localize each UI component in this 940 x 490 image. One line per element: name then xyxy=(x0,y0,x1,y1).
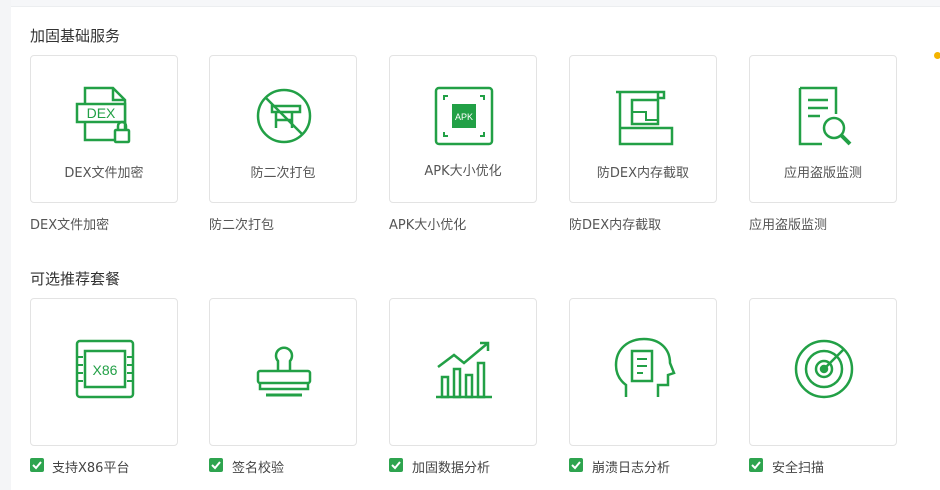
security-scan-checkbox[interactable] xyxy=(749,458,763,472)
signature-checkbox[interactable] xyxy=(209,458,223,472)
apk-chip-icon: APK xyxy=(434,86,494,146)
crash-log-label: 崩溃日志分析 xyxy=(592,461,671,476)
no-repackage-icon xyxy=(256,88,312,144)
card-label: DEX文件加密 xyxy=(64,166,144,181)
card-label: 应用盗版监测 xyxy=(783,166,862,181)
svg-text:DEX: DEX xyxy=(87,105,116,121)
card-dex-encrypt[interactable]: DEX DEX文件加密 xyxy=(30,55,178,203)
dex-file-lock-icon: DEX xyxy=(75,86,131,144)
top-divider xyxy=(11,0,940,7)
caption-anti-repackage: 防二次打包 xyxy=(209,218,275,233)
svg-text:X86: X86 xyxy=(93,362,118,378)
caption-dex-memory: 防DEX内存截取 xyxy=(569,218,662,233)
card-dex-memory[interactable]: 防DEX内存截取 xyxy=(569,55,717,203)
card-label: 防二次打包 xyxy=(250,166,316,181)
card-apk-optimize[interactable]: APK APK大小优化 xyxy=(389,55,537,203)
x86-checkbox[interactable] xyxy=(30,458,44,472)
signature-label: 签名校验 xyxy=(232,461,285,476)
card-crash-log[interactable] xyxy=(569,298,717,446)
card-label: 防DEX内存截取 xyxy=(596,166,690,181)
caption-apk-optimize: APK大小优化 xyxy=(389,218,467,233)
section-title-optional: 可选推荐套餐 xyxy=(30,270,121,288)
svg-text:APK: APK xyxy=(455,112,473,122)
section-title-basic: 加固基础服务 xyxy=(30,27,121,45)
memory-clamp-icon xyxy=(616,90,674,146)
data-analysis-checkbox[interactable] xyxy=(389,458,403,472)
card-anti-repackage[interactable]: 防二次打包 xyxy=(209,55,357,203)
document-search-icon xyxy=(798,86,852,146)
stamp-icon xyxy=(256,346,312,397)
card-label: APK大小优化 xyxy=(424,164,502,179)
radar-scan-icon xyxy=(794,339,854,399)
security-scan-label: 安全扫描 xyxy=(772,461,825,476)
card-x86-support[interactable]: X86 xyxy=(30,298,178,446)
card-signature-check[interactable] xyxy=(209,298,357,446)
card-data-analysis[interactable] xyxy=(389,298,537,446)
caption-dex-encrypt: DEX文件加密 xyxy=(30,218,110,233)
left-gutter xyxy=(0,0,11,490)
card-piracy-monitor[interactable]: 应用盗版监测 xyxy=(749,55,897,203)
data-analysis-label: 加固数据分析 xyxy=(412,461,491,476)
card-security-scan[interactable] xyxy=(749,298,897,446)
x86-label: 支持X86平台 xyxy=(52,461,130,476)
caption-piracy-monitor: 应用盗版监测 xyxy=(749,218,828,233)
crash-log-checkbox[interactable] xyxy=(569,458,583,472)
x86-chip-icon: X86 xyxy=(75,339,135,399)
growth-chart-icon xyxy=(436,341,492,399)
status-dot xyxy=(934,52,940,59)
head-log-icon xyxy=(614,337,676,397)
